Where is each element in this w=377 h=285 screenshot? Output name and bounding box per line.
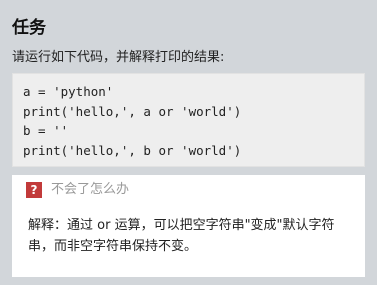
- help-toggle[interactable]: ? 不会了怎么办: [26, 182, 129, 198]
- help-toggle-label[interactable]: 不会了怎么办: [51, 182, 129, 198]
- task-prompt: 请运行如下代码，并解释打印的结果:: [12, 50, 225, 65]
- task-title: 任务: [12, 18, 46, 38]
- question-mark-icon: ?: [26, 182, 42, 198]
- code-block: a = 'python' print('hello,', a or 'world…: [12, 73, 365, 167]
- task-panel: 任务 请运行如下代码，并解释打印的结果: a = 'python' print(…: [0, 0, 377, 285]
- code-line: print('hello,', a or 'world'): [23, 103, 242, 119]
- help-card: ? 不会了怎么办 解释：通过 or 运算，可以把空字符串"变成"默认字符串，而非…: [12, 175, 365, 277]
- code-line: print('hello,', b or 'world'): [23, 142, 242, 158]
- code-line: a = 'python': [23, 84, 114, 99]
- code-line: b = '': [23, 123, 69, 138]
- explanation-text: 解释：通过 or 运算，可以把空字符串"变成"默认字符串，而非空字符串保持不变。: [28, 218, 335, 254]
